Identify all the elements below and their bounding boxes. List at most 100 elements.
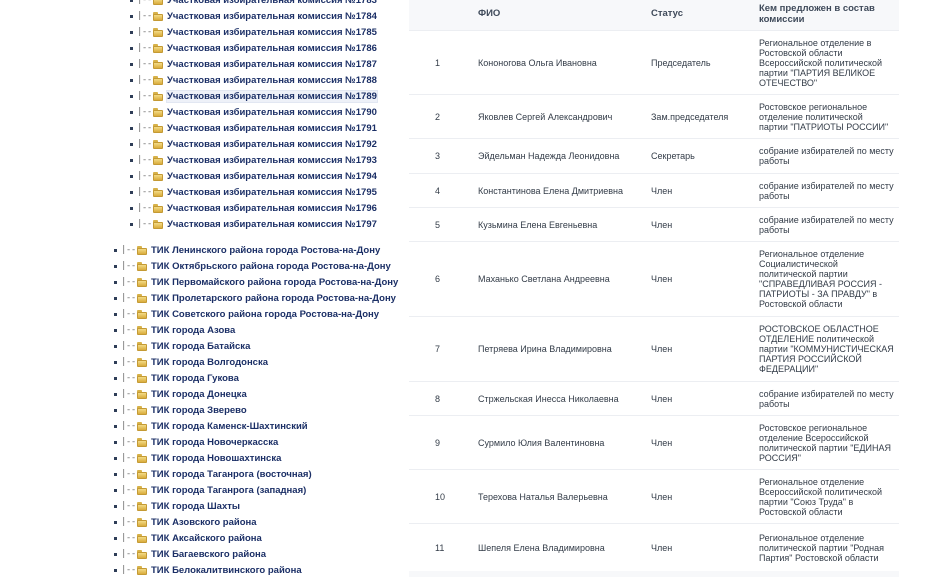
tree-item-label[interactable]: Участковая избирательная комиссия №1784 <box>167 11 377 22</box>
tree-item-label[interactable]: Участковая избирательная комиссия №1789 <box>167 90 377 102</box>
tree-connector: |--- <box>121 389 135 399</box>
tree-item-tik-10[interactable]: |--- ТИК города Зверево <box>114 402 247 418</box>
tree-item-uik-9[interactable]: |--- Участковая избирательная комиссия №1… <box>130 136 377 152</box>
tree-item-label[interactable]: ТИК города Новошахтинска <box>151 453 281 464</box>
tree-item-label[interactable]: ТИК Аксайского района <box>151 533 262 544</box>
tree-item-tik-8[interactable]: |--- ТИК города Гукова <box>114 370 239 386</box>
tree-item-label[interactable]: ТИК Белокалитвинского района <box>151 565 302 576</box>
tree-item-uik-8[interactable]: |--- Участковая избирательная комиссия №1… <box>130 120 377 136</box>
tree-item-label[interactable]: ТИК города Донецка <box>151 389 247 400</box>
tree-item-uik-2[interactable]: |--- Участковая избирательная комиссия №1… <box>130 24 377 40</box>
cell-fio: Стржельская Инесса Николаевна <box>478 393 619 404</box>
tree-item-label[interactable]: ТИК города Гукова <box>151 373 239 384</box>
tree-item-label[interactable]: Участковая избирательная комиссия №1786 <box>167 43 377 54</box>
tree-item-label[interactable]: Участковая избирательная комиссия №1787 <box>167 59 377 70</box>
folder-icon <box>137 245 147 255</box>
tree-item-tik-19[interactable]: |--- ТИК Багаевского района <box>114 546 266 562</box>
tree-item-label[interactable]: ТИК Пролетарского района города Ростова-… <box>151 293 396 304</box>
tree-item-label[interactable]: ТИК Советского района города Ростова-на-… <box>151 309 379 320</box>
tree-item-label[interactable]: ТИК Багаевского района <box>151 549 266 560</box>
folder-icon <box>137 277 147 287</box>
tree-item-uik-7[interactable]: |--- Участковая избирательная комиссия №1… <box>130 104 377 120</box>
tree-bullet <box>130 94 133 98</box>
tree-item-label[interactable]: Участковая избирательная комиссия №1797 <box>167 219 377 230</box>
folder-icon <box>137 389 147 399</box>
table-row: 2 Яковлев Сергей Александрович Зам.председ… <box>409 94 899 138</box>
tree-bullet <box>130 126 133 130</box>
tree-item-tik-16[interactable]: |--- ТИК города Шахты <box>114 498 240 514</box>
tree-item-label[interactable]: Участковая избирательная комиссия №1790 <box>167 107 377 118</box>
cell-proposed-by: Региональное отделение политической парт… <box>759 532 884 563</box>
tree-item-label[interactable]: Участковая избирательная комиссия №1792 <box>167 139 377 150</box>
tree-item-label[interactable]: Участковая избирательная комиссия №1788 <box>167 75 377 86</box>
tree-item-uik-10[interactable]: |--- Участковая избирательная комиссия №1… <box>130 152 377 168</box>
tree-item-label[interactable]: Участковая избирательная комиссия №1785 <box>167 27 377 38</box>
tree-item-uik-13[interactable]: |--- Участковая избирательная комиссия №1… <box>130 200 377 216</box>
cell-proposed-by: собрание избирателей по месту работы <box>759 214 894 235</box>
tree-item-tik-14[interactable]: |--- ТИК города Таганрога (восточная) <box>114 466 312 482</box>
tree-item-tik-1[interactable]: |--- ТИК Октябрьского района города Росто… <box>114 258 391 274</box>
tree-item-label[interactable]: ТИК города Шахты <box>151 501 240 512</box>
tree-item-label[interactable]: ТИК города Волгодонска <box>151 357 268 368</box>
tree-item-label[interactable]: ТИК города Азова <box>151 325 235 336</box>
tree-item-label[interactable]: Участковая избирательная комиссия №1793 <box>167 155 377 166</box>
tree-item-uik-6[interactable]: |--- Участковая избирательная комиссия №1… <box>130 88 377 104</box>
tree-item-label[interactable]: Участковая избирательная комиссия №1795 <box>167 187 377 198</box>
tree-item-label[interactable]: Участковая избирательная комиссия №1796 <box>167 203 377 214</box>
tree-item-label[interactable]: Участковая избирательная комиссия №1783 <box>167 0 377 6</box>
tree-item-label[interactable]: ТИК Первомайского района города Ростова-… <box>151 277 398 288</box>
tree-bullet <box>114 488 117 492</box>
tree-item-tik-9[interactable]: |--- ТИК города Донецка <box>114 386 247 402</box>
tree-item-label[interactable]: ТИК города Новочеркасска <box>151 437 278 448</box>
tree-item-label[interactable]: Участковая избирательная комиссия №1794 <box>167 171 377 182</box>
tree-item-label[interactable]: Участковая избирательная комиссия №1791 <box>167 123 377 134</box>
cell-fio: Терехова Наталья Валерьевна <box>478 491 608 502</box>
tree-connector: |--- <box>137 43 151 53</box>
tree-connector: |--- <box>137 0 151 5</box>
tree-item-tik-4[interactable]: |--- ТИК Советского района города Ростова… <box>114 306 379 322</box>
tree-item-tik-2[interactable]: |--- ТИК Первомайского района города Рост… <box>114 274 398 290</box>
tree-bullet <box>130 190 133 194</box>
tree-item-uik-3[interactable]: |--- Участковая избирательная комиссия №1… <box>130 40 377 56</box>
tree-item-label[interactable]: ТИК Ленинского района города Ростова-на-… <box>151 245 380 256</box>
tree-connector: |--- <box>137 187 151 197</box>
tree-item-label[interactable]: ТИК города Каменск-Шахтинский <box>151 421 308 432</box>
tree-item-tik-18[interactable]: |--- ТИК Аксайского района <box>114 530 262 546</box>
tree-bullet <box>130 0 133 2</box>
header-proposed-by: Кем предложен в состав комиссии <box>759 3 875 25</box>
tree-item-label[interactable]: ТИК Октябрьского района города Ростова-н… <box>151 261 391 272</box>
tree-item-tik-3[interactable]: |--- ТИК Пролетарского района города Рост… <box>114 290 396 306</box>
tree-item-tik-11[interactable]: |--- ТИК города Каменск-Шахтинский <box>114 418 308 434</box>
tree-item-uik-12[interactable]: |--- Участковая избирательная комиссия №1… <box>130 184 377 200</box>
tree-item-tik-5[interactable]: |--- ТИК города Азова <box>114 322 235 338</box>
tree-bullet <box>114 456 117 460</box>
tree-item-label[interactable]: ТИК города Зверево <box>151 405 247 416</box>
tree-item-tik-17[interactable]: |--- ТИК Азовского района <box>114 514 257 530</box>
tree-item-tik-0[interactable]: |--- ТИК Ленинского района города Ростова… <box>114 242 380 258</box>
tree-item-tik-20[interactable]: |--- ТИК Белокалитвинского района <box>114 562 302 577</box>
tree-item-uik-5[interactable]: |--- Участковая избирательная комиссия №1… <box>130 72 377 88</box>
tree-item-uik-11[interactable]: |--- Участковая избирательная комиссия №1… <box>130 168 377 184</box>
tree-item-label[interactable]: ТИК Азовского района <box>151 517 257 528</box>
tree-item-label[interactable]: ТИК города Таганрога (западная) <box>151 485 306 496</box>
tree-item-uik-1[interactable]: |--- Участковая избирательная комиссия №1… <box>130 8 377 24</box>
tree-bullet <box>130 158 133 162</box>
tree-item-tik-12[interactable]: |--- ТИК города Новочеркасска <box>114 434 278 450</box>
tree-connector: |--- <box>121 437 135 447</box>
tree-item-label[interactable]: ТИК города Таганрога (восточная) <box>151 469 312 480</box>
tree-item-tik-15[interactable]: |--- ТИК города Таганрога (западная) <box>114 482 306 498</box>
folder-icon <box>153 203 163 213</box>
tree-connector: |--- <box>121 501 135 511</box>
tree-bullet <box>130 46 133 50</box>
folder-icon <box>137 565 147 575</box>
cell-status: Член <box>651 274 673 284</box>
tree-item-uik-0[interactable]: |--- Участковая избирательная комиссия №1… <box>130 0 377 8</box>
tree-item-label[interactable]: ТИК города Батайска <box>151 341 250 352</box>
tree-item-uik-14[interactable]: |--- Участковая избирательная комиссия №1… <box>130 216 377 232</box>
tree-item-uik-4[interactable]: |--- Участковая избирательная комиссия №1… <box>130 56 377 72</box>
tree-item-tik-6[interactable]: |--- ТИК города Батайска <box>114 338 250 354</box>
tree-bullet <box>114 536 117 540</box>
tree-connector: |--- <box>121 533 135 543</box>
tree-item-tik-13[interactable]: |--- ТИК города Новошахтинска <box>114 450 281 466</box>
tree-item-tik-7[interactable]: |--- ТИК города Волгодонска <box>114 354 268 370</box>
